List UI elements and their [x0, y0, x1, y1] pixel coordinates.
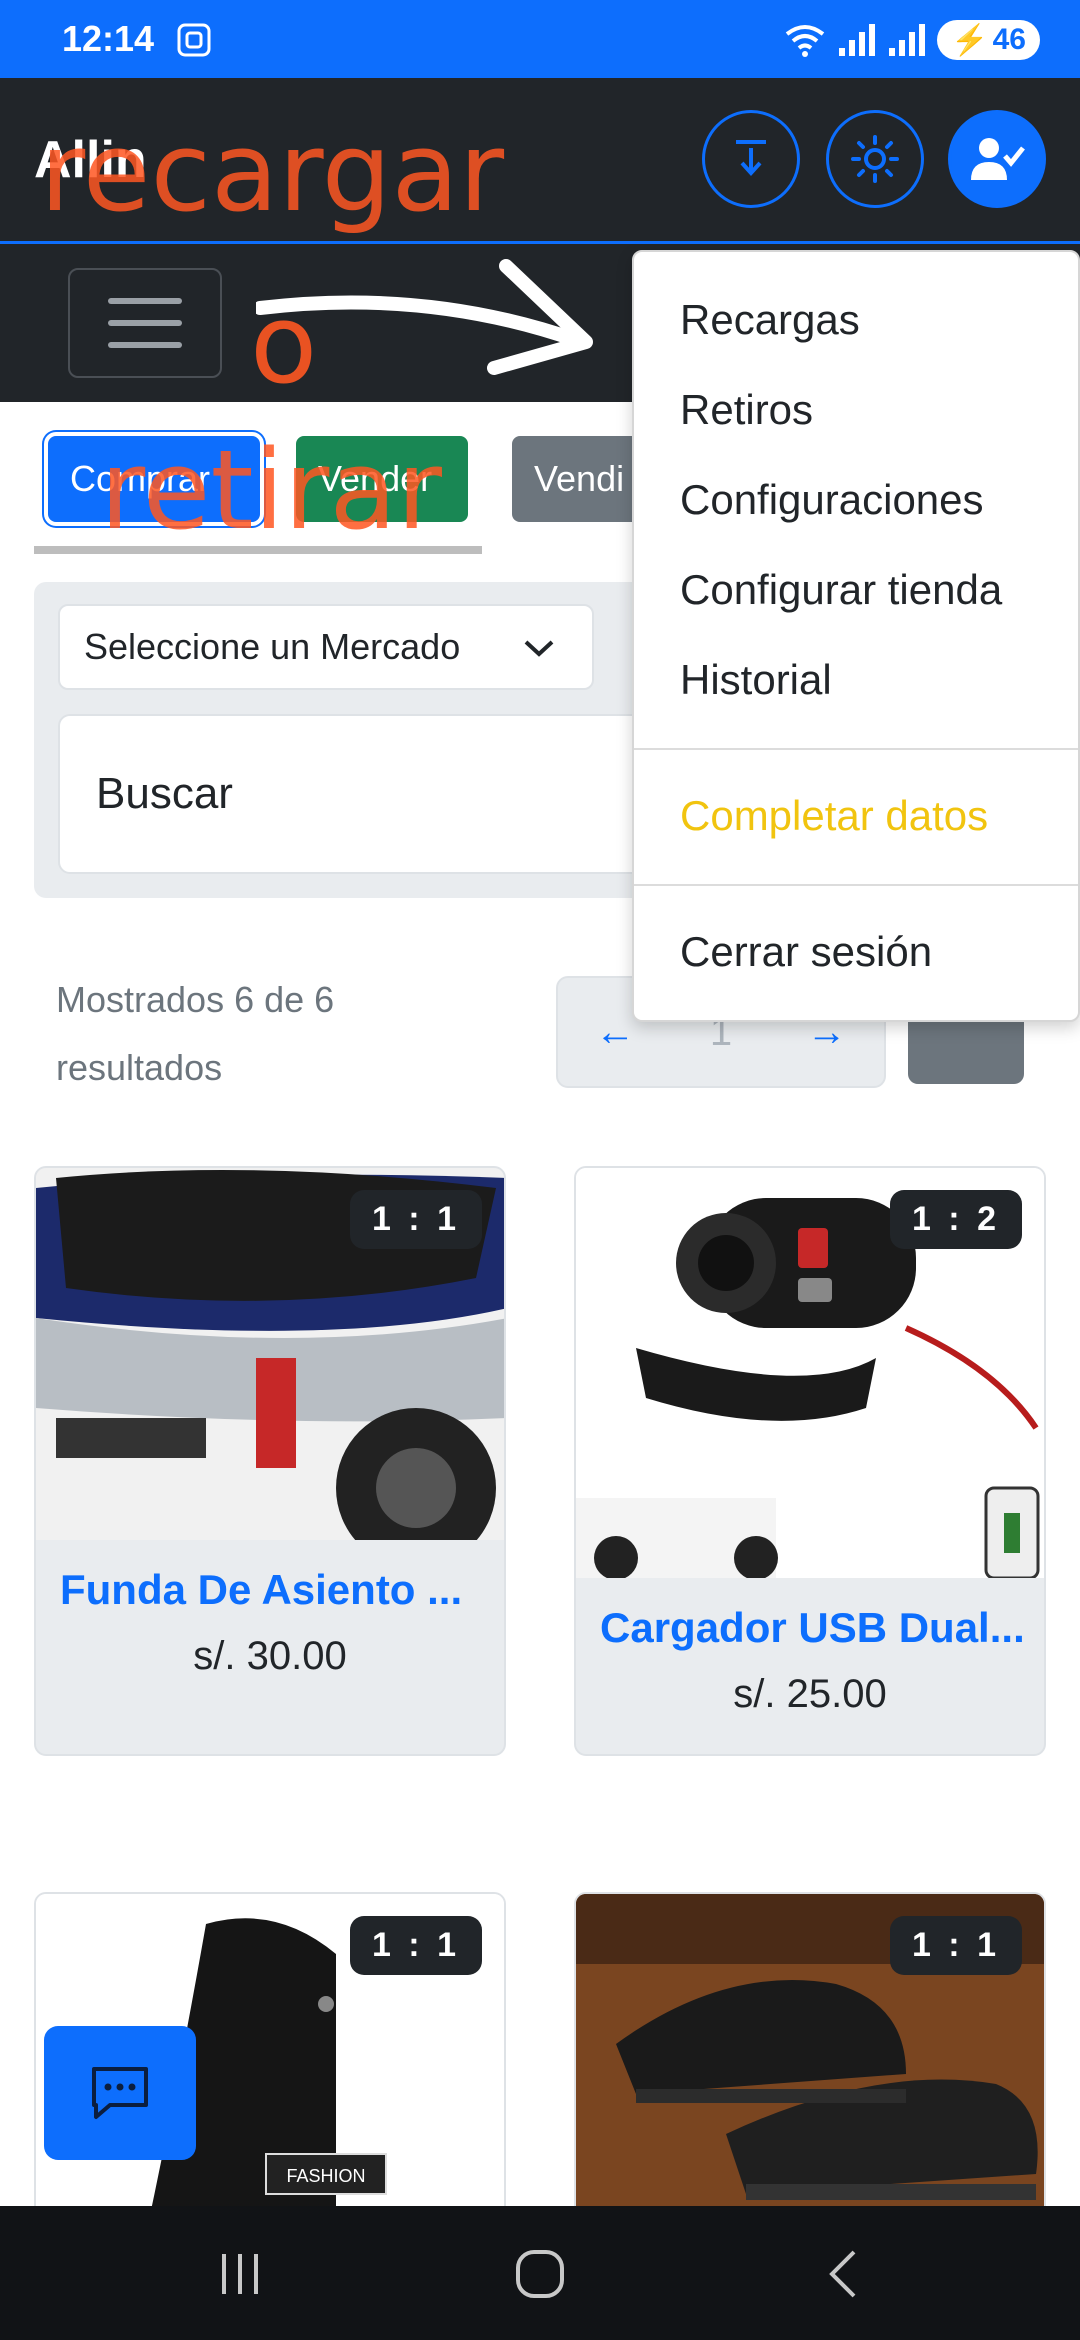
product-card[interactable]: 1 : 1 Funda De Asiento ... s/. 30.00 [34, 1166, 506, 1756]
market-select[interactable]: Seleccione un Mercado [58, 604, 594, 690]
back-icon[interactable] [814, 2244, 874, 2304]
menu-bar [108, 320, 182, 326]
install-app-button[interactable] [702, 110, 800, 208]
ratio-badge: 1 : 1 [349, 1916, 482, 1975]
menu-item-configuraciones[interactable]: Configuraciones [680, 476, 984, 524]
annotation-retirar: retirar [100, 426, 443, 554]
market-select-value: Seleccione un Mercado [84, 626, 461, 667]
product-image[interactable]: 1 : 1 [36, 1168, 504, 1540]
bolt-icon: ⚡ [951, 23, 989, 57]
arrow-left-icon[interactable]: ← [595, 1010, 635, 1055]
annotation-arrow-icon [256, 259, 593, 375]
product-title[interactable]: Cargador USB Dual... [600, 1604, 1030, 1652]
chat-button[interactable] [44, 2026, 196, 2160]
search-placeholder: Buscar [96, 769, 233, 818]
annotation-recargar: recargar [40, 108, 505, 236]
chevron-down-icon [524, 640, 554, 657]
menu-bar [108, 298, 182, 304]
chat-icon [92, 2067, 148, 2119]
wifi-icon [786, 25, 825, 57]
user-menu-button[interactable] [948, 110, 1046, 208]
menu-item-cerrar-sesion[interactable]: Cerrar sesión [680, 928, 932, 976]
menu-item-configurar-tienda[interactable]: Configurar tienda [680, 566, 1002, 614]
product-image[interactable]: 1 : 1 [576, 1894, 1044, 2230]
menu-bar [108, 342, 182, 348]
menu-item-historial[interactable]: Historial [680, 656, 832, 704]
signal-icon [839, 24, 876, 56]
ratio-badge: 1 : 1 [889, 1916, 1022, 1975]
product-card[interactable]: 1 : 2 Cargador USB Dual... s/. 25.00 [574, 1166, 1046, 1756]
menu-divider [634, 884, 1078, 886]
download-icon [736, 140, 766, 176]
status-icons: ⚡ 46 [783, 18, 1040, 62]
screenshot-icon [177, 23, 211, 57]
home-icon[interactable] [510, 2244, 570, 2304]
sun-icon [851, 135, 899, 183]
android-navigation-bar [0, 2206, 1080, 2340]
user-check-icon [971, 138, 1025, 180]
recent-apps-icon[interactable] [210, 2244, 270, 2304]
status-time: 12:14 [62, 18, 155, 59]
product-title[interactable]: Funda De Asiento ... [60, 1566, 490, 1614]
battery-level: 46 [992, 23, 1026, 56]
status-bar: 12:14 ⚡ 46 [0, 0, 1080, 78]
menu-divider [634, 748, 1078, 750]
menu-item-recargas[interactable]: Recargas [680, 296, 860, 344]
svg-text:FASHION: FASHION [286, 2166, 365, 2186]
app-screen: 12:14 ⚡ 46 Allin recargar o Comprar Vend… [0, 0, 1080, 2340]
user-dropdown-menu: Recargas Retiros Configuraciones Configu… [632, 250, 1080, 1022]
product-price: s/. 25.00 [733, 1672, 887, 1716]
product-price: s/. 30.00 [193, 1634, 347, 1678]
ratio-badge: 1 : 2 [889, 1190, 1022, 1249]
theme-toggle-button[interactable] [826, 110, 924, 208]
product-card[interactable]: 1 : 1 [574, 1892, 1046, 2232]
battery-indicator: ⚡ 46 [937, 20, 1040, 60]
signal-icon [889, 24, 926, 56]
menu-toggle-button[interactable] [68, 268, 222, 378]
results-count: Mostrados 6 de 6 resultados [56, 979, 335, 1088]
ratio-badge: 1 : 1 [349, 1190, 482, 1249]
menu-item-completar-datos[interactable]: Completar datos [680, 792, 988, 840]
product-image[interactable]: 1 : 2 [576, 1168, 1044, 1578]
menu-item-retiros[interactable]: Retiros [680, 386, 813, 434]
top-navbar: Allin recargar [0, 78, 1080, 244]
